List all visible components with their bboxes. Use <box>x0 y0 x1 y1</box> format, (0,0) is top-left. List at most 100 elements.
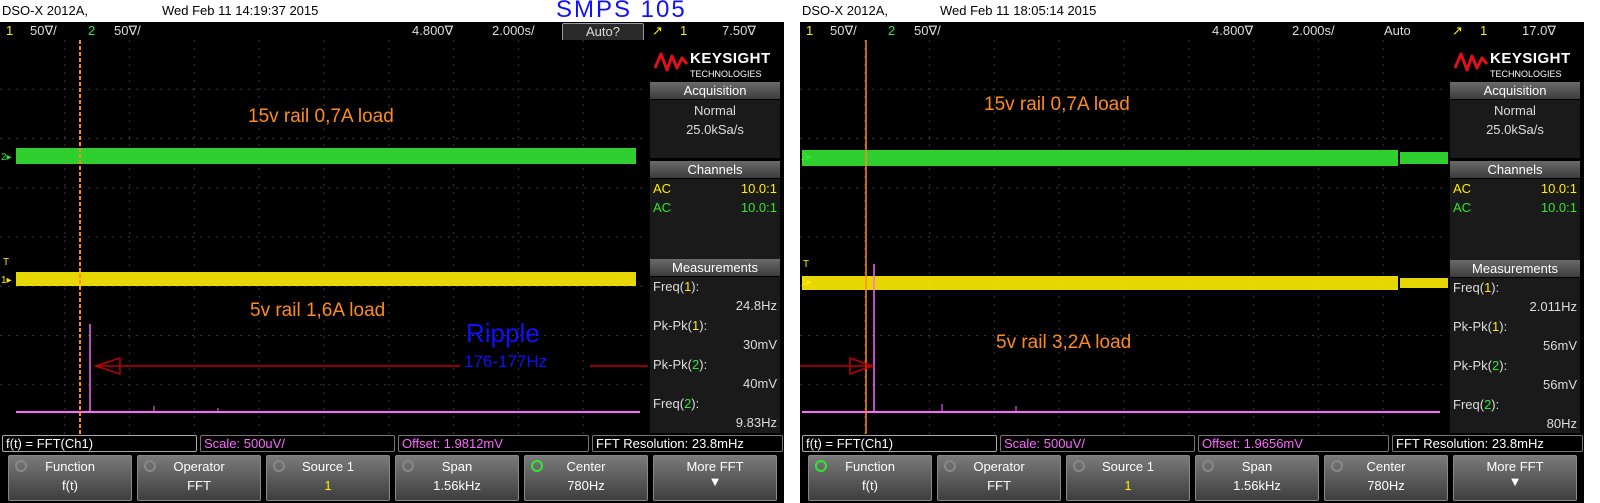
meas-4-label: Freq(2): <box>653 396 700 411</box>
softkey-source1[interactable]: Source 11 <box>266 455 390 501</box>
keysight-logo: KEYSIGHT TECHNOLOGIES <box>1452 44 1580 84</box>
ch2-coupling: AC <box>1453 200 1472 215</box>
acquisition-panel: Normal 25.0kSa/s <box>1450 100 1580 158</box>
ripple-title: Ripple <box>466 318 540 348</box>
arrow-down-icon: ▼ <box>1508 474 1522 489</box>
ch1-ground-marker[interactable]: 1▸ <box>1 276 12 286</box>
ch2-scale[interactable]: 50∇/ <box>114 23 141 39</box>
fft-offset[interactable]: Offset: 1.9656mV <box>1198 435 1389 452</box>
ch2-probe: 10.0:1 <box>740 200 777 215</box>
ch1-probe: 10.0:1 <box>1540 181 1577 196</box>
meas-3-label: Pk-Pk(2): <box>1453 358 1508 373</box>
meas-1-value: 2.011Hz <box>1529 299 1577 314</box>
meas-4-value: 9.83Hz <box>735 415 777 430</box>
scope-screen-right: DSO-X 2012A, Wed Feb 11 18:05:14 2015 1 … <box>800 0 1584 503</box>
softkey-span[interactable]: Span 1.56kHz <box>395 455 519 501</box>
keysight-logo: KEYSIGHT TECHNOLOGIES <box>652 44 780 84</box>
softkey-bar: Function f(t) Operator FFT Source 11 Span 1… <box>800 452 1584 503</box>
ch2-scale[interactable]: 50∇/ <box>914 23 941 39</box>
measurements-title[interactable]: Measurements <box>1450 260 1580 277</box>
waveform-display[interactable]: 2▸ T 1▸ 15v rail 0,7A load 5v rail 1,6A … <box>0 40 648 434</box>
meas-2-value: 30mV <box>743 337 777 352</box>
time-position[interactable]: 4.800∇ <box>412 23 453 39</box>
status-bar: 1 50∇/ 2 50∇/ 4.800∇ 2.000s/ Auto? ↗ 1 7… <box>0 22 784 42</box>
measurements-title[interactable]: Measurements <box>650 259 780 276</box>
ch1-number[interactable]: 1 <box>6 23 13 38</box>
ch2-coupling: AC <box>653 200 672 215</box>
channels-panel: AC 10.0:1 AC 10.0:1 <box>650 179 780 263</box>
ch2-number[interactable]: 2 <box>88 23 95 38</box>
ch1-scale[interactable]: 50∇/ <box>30 23 57 39</box>
brand-name: KEYSIGHT <box>690 50 771 67</box>
measurements-panel: Freq(1): 2.011Hz Pk-Pk(1): 56mV Pk-Pk(2)… <box>1450 278 1580 433</box>
fft-offset[interactable]: Offset: 1.9812mV <box>398 435 589 452</box>
softkey-operator[interactable]: Operator FFT <box>937 455 1061 501</box>
ch2-probe: 10.0:1 <box>1540 200 1577 215</box>
time-scale[interactable]: 2.000s/ <box>492 23 535 38</box>
ch1-probe: 10.0:1 <box>740 181 777 196</box>
trigger-edge-icon: ↗ <box>652 23 663 38</box>
status-bar: 1 50∇/ 2 50∇/ 4.800∇ 2.000s/ Auto ↗ 1 17… <box>800 22 1584 40</box>
channels-title[interactable]: Channels <box>1450 161 1580 178</box>
fft-scale[interactable]: Scale: 500uV/ <box>1000 435 1195 452</box>
ch2-number[interactable]: 2 <box>888 23 895 38</box>
timestamp: Wed Feb 11 18:05:14 2015 <box>940 3 1097 18</box>
meas-3-value: 40mV <box>743 376 777 391</box>
meas-2-value: 56mV <box>1543 338 1577 353</box>
screen-header: DSO-X 2012A, Wed Feb 11 18:05:14 2015 <box>800 0 1584 22</box>
acquisition-panel: Normal 25.0kSa/s <box>650 100 780 158</box>
trigger-channel: 1 <box>680 23 688 38</box>
brand-name: KEYSIGHT <box>1490 50 1571 67</box>
softkey-function[interactable]: Function f(t) <box>8 455 132 501</box>
page-title: SMPS 105 <box>556 0 687 23</box>
acquisition-title[interactable]: Acquisition <box>650 82 780 99</box>
fft-scale[interactable]: Scale: 500uV/ <box>200 435 395 452</box>
channels-panel: AC 10.0:1 AC 10.0:1 <box>1450 179 1580 263</box>
time-scale[interactable]: 2.000s/ <box>1292 23 1335 38</box>
acq-mode: Normal <box>694 103 736 118</box>
meas-4-value: 80Hz <box>1546 416 1577 431</box>
rail5-label: 5v rail 1,6A load <box>250 300 386 321</box>
waveform-display[interactable]: 2▸ T 1▸ 15v rail 0,7A load 5v rail 3,2A … <box>800 40 1448 434</box>
softkey-span[interactable]: Span 1.56kHz <box>1195 455 1319 501</box>
softkey-source1[interactable]: Source 11 <box>1066 455 1190 501</box>
scope-model: DSO-X 2012A, <box>802 3 888 18</box>
meas-4-label: Freq(2): <box>1453 397 1500 412</box>
scope-screen-left: DSO-X 2012A, Wed Feb 11 14:19:37 2015 1 … <box>0 0 784 503</box>
ch1-number[interactable]: 1 <box>806 23 813 38</box>
softkey-function[interactable]: Function f(t) <box>808 455 932 501</box>
softkey-more-fft[interactable]: More FFT ▼ <box>653 455 777 501</box>
time-position[interactable]: 4.800∇ <box>1212 23 1253 39</box>
ch2-ground-marker[interactable]: 2▸ <box>1 153 12 163</box>
channels-title[interactable]: Channels <box>650 161 780 178</box>
fft-function[interactable]: f(t) = FFT(Ch1) <box>2 435 197 452</box>
softkey-bar: Function f(t) Operator FFT Source 11 Span 1… <box>0 452 784 503</box>
softkey-operator[interactable]: Operator FFT <box>137 455 261 501</box>
keysight-wave-icon <box>654 52 688 72</box>
keysight-wave-icon <box>1454 52 1488 72</box>
trigger-mode[interactable]: Auto <box>1384 23 1411 38</box>
ripple-frequency: 176-177Hz <box>464 352 548 371</box>
ch2-trace-end <box>1400 152 1448 164</box>
acq-rate: 25.0kSa/s <box>686 122 744 137</box>
ch1-ground-marker[interactable]: 1▸ <box>801 278 812 288</box>
trigger-level[interactable]: 17.0∇ <box>1522 23 1556 39</box>
graticule <box>0 40 648 434</box>
fft-function[interactable]: f(t) = FFT(Ch1) <box>802 435 997 452</box>
softkey-more-fft[interactable]: More FFT ▼ <box>1453 455 1577 501</box>
softkey-center[interactable]: Center 780Hz <box>524 455 648 501</box>
trigger-channel: 1 <box>1480 23 1488 38</box>
trigger-level-marker[interactable]: T <box>803 260 809 270</box>
softkey-center[interactable]: Center 780Hz <box>1324 455 1448 501</box>
trigger-edge-icon: ↗ <box>1452 23 1463 38</box>
acquisition-title[interactable]: Acquisition <box>1450 82 1580 99</box>
meas-3-value: 56mV <box>1543 377 1577 392</box>
measurements-panel: Freq(1): 24.8Hz Pk-Pk(1): 30mV Pk-Pk(2):… <box>650 277 780 433</box>
arrow-down-icon: ▼ <box>708 474 722 489</box>
ch2-ground-marker[interactable]: 2▸ <box>801 153 812 163</box>
trigger-level-marker[interactable]: T <box>3 258 9 268</box>
trigger-level[interactable]: 7.50∇ <box>722 23 756 39</box>
fft-resolution: FFT Resolution: 23.8mHz <box>1392 435 1583 452</box>
ch1-scale[interactable]: 50∇/ <box>830 23 857 39</box>
meas-2-label: Pk-Pk(1): <box>653 318 708 333</box>
